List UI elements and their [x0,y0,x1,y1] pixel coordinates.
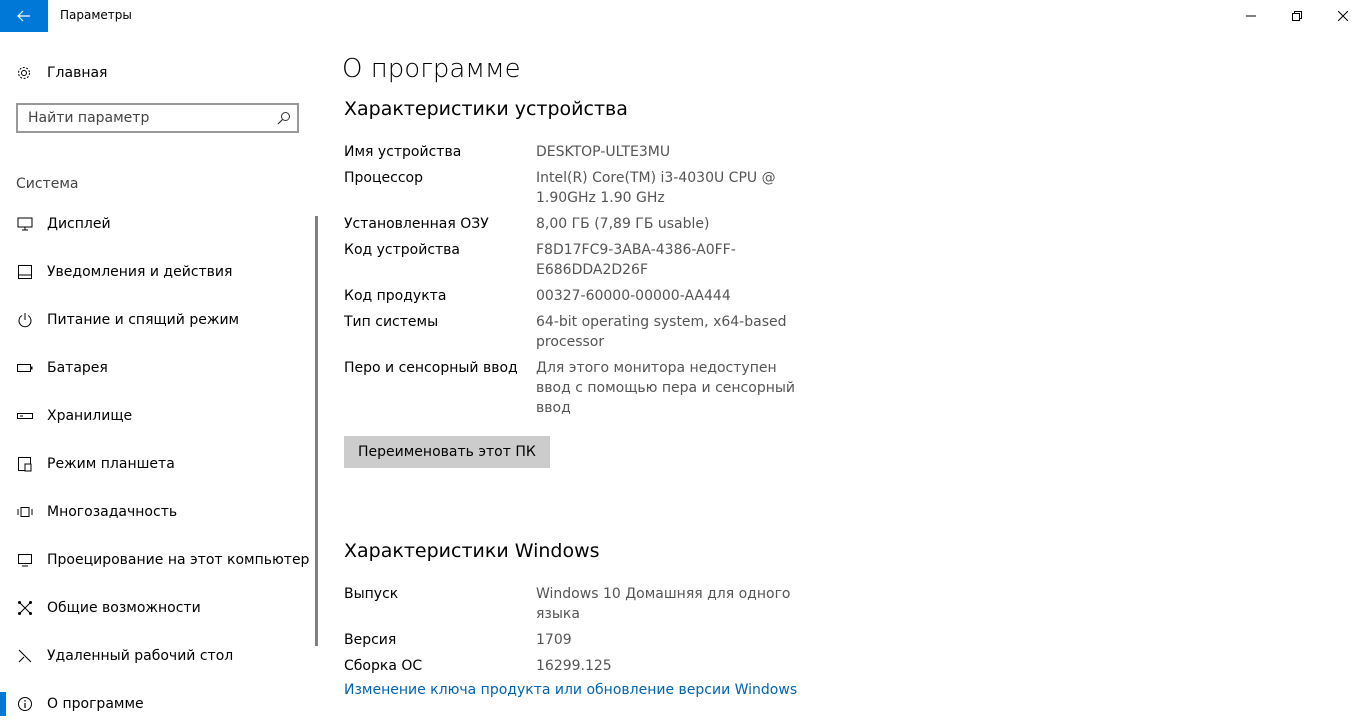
restore-button[interactable] [1274,0,1320,32]
sidebar-item-label: О программе [47,696,144,712]
back-button[interactable] [0,0,48,32]
sidebar-item-storage[interactable]: Хранилище [0,392,320,440]
spec-key: Тип системы [344,314,439,330]
tablet-icon [17,456,33,472]
minimize-icon [1246,15,1256,17]
spec-key: Перо и сенсорный ввод [344,360,518,376]
windows-specs-heading: Характеристики Windows [344,540,600,562]
sidebar-item-label: Режим планшета [47,456,175,472]
close-icon [1338,11,1348,21]
spec-key: Код продукта [344,288,447,304]
sidebar-item-shared-experiences[interactable]: Общие возможности [0,584,320,632]
device-specs-heading: Характеристики устройства [344,98,628,120]
notification-icon [17,264,33,280]
sidebar-item-label: Уведомления и действия [47,264,233,280]
sidebar-item-label: Хранилище [47,408,133,424]
nav-list: Дисплей Уведомления и действия Питание и… [0,200,320,728]
spec-key: Имя устройства [344,144,462,160]
section-header-system: Система [16,176,79,192]
monitor-icon [17,216,33,232]
home-label: Главная [47,65,108,81]
spec-value: Для этого монитора недоступен ввод с пом… [536,360,796,416]
battery-icon [17,360,33,376]
spec-key: Код устройства [344,242,461,258]
spec-value: 00327-60000-00000-AA444 [536,288,731,304]
search-box[interactable] [16,103,299,133]
info-icon [17,696,33,712]
sidebar-item-power[interactable]: Питание и спящий режим [0,296,320,344]
title-bar: Параметры [0,0,1366,32]
power-icon [17,312,33,328]
search-icon[interactable] [277,111,291,125]
sidebar-item-projecting[interactable]: Проецирование на этот компьютер [0,536,320,584]
sidebar-item-label: Дисплей [47,216,111,232]
sidebar-item-label: Удаленный рабочий стол [47,648,234,664]
sidebar-item-label: Питание и спящий режим [47,312,240,328]
home-link[interactable]: Главная [16,62,107,84]
search-input[interactable] [18,105,278,131]
spec-value: F8D17FC9-3ABA-4386-A0FF-E686DDA2D26F [536,242,736,278]
back-arrow-icon [17,10,30,22]
sidebar-item-label: Батарея [47,360,108,376]
spec-value: 16299.125 [536,658,612,674]
change-product-key-link[interactable]: Изменение ключа продукта или обновление … [344,682,797,698]
spec-key: Выпуск [344,586,399,602]
minimize-button[interactable] [1228,0,1274,32]
sidebar-item-remote-desktop[interactable]: Удаленный рабочий стол [0,632,320,680]
spec-key: Сборка ОС [344,658,423,674]
spec-value: Windows 10 Домашняя для одного языка [536,586,791,622]
page-title: О программе [342,54,521,84]
spec-key: Установленная ОЗУ [344,216,489,232]
sidebar-item-battery[interactable]: Батарея [0,344,320,392]
gear-icon [18,67,30,79]
sidebar-item-display[interactable]: Дисплей [0,200,320,248]
sidebar-item-multitasking[interactable]: Многозадачность [0,488,320,536]
spec-key: Версия [344,632,397,648]
spec-value: Intel(R) Core(TM) i3-4030U CPU @ 1.90GHz… [536,170,776,206]
sidebar-scrollbar[interactable] [315,216,318,646]
close-button[interactable] [1320,0,1366,32]
sidebar-item-notifications[interactable]: Уведомления и действия [0,248,320,296]
sidebar-item-about[interactable]: О программе [0,680,320,728]
sidebar-item-label: Общие возможности [47,600,201,616]
spec-value: DESKTOP-ULTE3MU [536,144,671,160]
window-title: Параметры [60,8,132,22]
restore-icon [1292,11,1302,21]
spec-key: Процессор [344,170,423,186]
sidebar: Главная Система Дисплей Уведомления и де… [0,32,320,728]
rename-pc-button[interactable]: Переименовать этот ПК [344,436,550,468]
spec-value: 8,00 ГБ (7,89 ГБ usable) [536,216,710,232]
sidebar-item-label: Многозадачность [47,504,178,520]
spec-value: 1709 [536,632,572,648]
remote-desktop-icon [17,648,33,664]
multitasking-icon [17,504,33,520]
shared-experiences-icon [17,600,33,616]
projecting-icon [17,552,33,568]
sidebar-item-tablet-mode[interactable]: Режим планшета [0,440,320,488]
spec-value: 64-bit operating system, x64-based proce… [536,314,787,350]
sidebar-item-label: Проецирование на этот компьютер [47,552,310,568]
storage-icon [17,408,33,424]
